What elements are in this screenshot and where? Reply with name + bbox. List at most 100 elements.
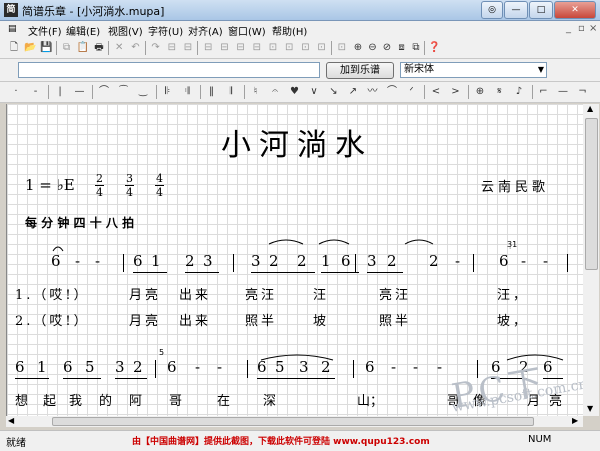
fermata (52, 246, 64, 252)
cut-icon[interactable]: ✕ (111, 40, 127, 56)
full-screen-icon[interactable]: ⧉ (408, 40, 424, 56)
font-select-value: 新宋体 (404, 64, 434, 75)
crescendo-icon[interactable]: < (428, 84, 444, 100)
menu-file[interactable]: 文件(F) (28, 23, 62, 38)
toolbar-separator (92, 85, 93, 99)
slur-icon[interactable]: ⌒ (96, 84, 112, 100)
close-button[interactable]: ✕ (554, 1, 596, 19)
align-top-icon[interactable]: ⊟ (216, 40, 232, 56)
bar-icon[interactable]: | (52, 84, 68, 100)
bracket-left-icon[interactable]: ⌐ (536, 84, 552, 100)
repeat-end-icon[interactable]: 𝄇 (179, 84, 195, 100)
decrescendo-icon[interactable]: > (448, 84, 464, 100)
menu-edit[interactable]: 编辑(E) (66, 23, 100, 38)
print-icon[interactable]: 🖶 (91, 40, 107, 56)
toolbar-separator (531, 85, 533, 99)
symbol-toolbar: · - | — ⌒ ⁀ ‿ 𝄆 𝄇 ‖ 𝄂 ♮ 𝄐 ♥ ∨ ↘ ↗ 〰 ⌒ ᐟ < > ⊕ 𝄋 ♪ ⌐ — ¬ (0, 82, 600, 103)
open-folder-icon[interactable]: 📂 (22, 40, 38, 56)
toolbar-separator (424, 85, 425, 99)
status-credit: 由【中国曲谱网】提供此截图，下载此软件可登陆 www.qupu123.com (132, 437, 430, 447)
vertical-scroll-thumb[interactable] (585, 118, 598, 270)
status-ready: 就绪 (6, 438, 26, 449)
toolbar-separator (155, 85, 157, 99)
trill-icon[interactable]: 〰 (365, 84, 381, 100)
fermata-icon[interactable]: 𝄐 (267, 84, 283, 100)
align-bottom-icon[interactable]: ⊟ (249, 40, 265, 56)
arrow-down-icon[interactable]: ↘ (326, 84, 342, 100)
chevron-down-icon: ▼ (537, 65, 544, 74)
horizontal-scroll-thumb[interactable] (52, 417, 534, 426)
menu-bar: ▤ 文件(F) 编辑(E) 视图(V) 字符(U) 对齐(A) 窗口(W) 帮助… (0, 21, 600, 38)
menu-char[interactable]: 字符(U) (148, 23, 183, 38)
undo-icon[interactable]: ↶ (127, 40, 143, 56)
slur (260, 354, 334, 361)
redo-icon[interactable]: ↷ (148, 40, 164, 56)
accent-icon[interactable]: ᐟ (404, 84, 420, 100)
natural-icon[interactable]: ♮ (248, 84, 264, 100)
toolbar-separator (55, 41, 57, 55)
slur (318, 239, 350, 245)
menu-window[interactable]: 窗口(W) (228, 23, 266, 38)
down-bow-icon[interactable]: ∨ (306, 84, 322, 100)
align-center-icon[interactable]: ⊟ (180, 40, 196, 56)
arrow-up-icon[interactable]: ↗ (345, 84, 361, 100)
standard-toolbar: 🗋 📂 💾 ⧉ 📋 🖶 ✕ ↶ ↷ ⊟ ⊟ ⊟ ⊟ ⊟ ⊟ ⊡ ⊡ ⊡ ⊡ ⊡ ⊕ ⊖ ⊘ ⧈ ⧉ ❓ (0, 38, 600, 59)
extra-icon[interactable]: ◎ (481, 1, 503, 19)
add-to-score-button[interactable]: 加到乐谱 (326, 62, 394, 79)
text-input[interactable] (18, 62, 320, 78)
menu-view[interactable]: 视图(V) (108, 23, 143, 38)
end-bar-icon[interactable]: 𝄂 (223, 84, 239, 100)
vertical-scrollbar[interactable]: ▲ ▼ (583, 104, 599, 416)
status-bar: 就绪 由【中国曲谱网】提供此截图，下载此软件可登陆 www.qupu123.co… (0, 430, 600, 451)
status-num: NUM (528, 434, 552, 445)
double-bar-icon[interactable]: ‖ (204, 84, 220, 100)
tie-icon[interactable]: ⁀ (116, 84, 132, 100)
save-icon[interactable]: 💾 (38, 40, 54, 56)
new-file-icon[interactable]: 🗋 (6, 40, 22, 56)
repeat-start-icon[interactable]: 𝄆 (160, 84, 176, 100)
dash-icon[interactable]: - (28, 84, 44, 100)
scroll-right-icon[interactable]: ▶ (572, 416, 578, 425)
same-size-icon[interactable]: ⊡ (334, 40, 350, 56)
help-icon[interactable]: ❓ (427, 40, 443, 56)
mdi-close-icon[interactable]: × (589, 23, 597, 34)
copy-icon[interactable]: ⧉ (59, 40, 75, 56)
scroll-down-icon[interactable]: ▼ (587, 404, 593, 413)
align-middle-icon[interactable]: ⊟ (233, 40, 249, 56)
maximize-button[interactable]: □ (529, 1, 553, 19)
font-select[interactable]: 新宋体 ▼ (400, 62, 547, 78)
long-dash-icon[interactable]: — (72, 84, 88, 100)
coda-icon[interactable]: ⊕ (472, 84, 488, 100)
heart-icon[interactable]: ♥ (287, 84, 303, 100)
bracket-right-icon[interactable]: ¬ (575, 84, 591, 100)
dot-icon[interactable]: · (8, 84, 24, 100)
segno-icon[interactable]: 𝄋 (492, 84, 508, 100)
same-height-icon[interactable]: ⊡ (314, 40, 330, 56)
arc-icon[interactable]: ⌒ (384, 84, 400, 100)
scroll-left-icon[interactable]: ◀ (8, 416, 14, 425)
scroll-up-icon[interactable]: ▲ (587, 104, 593, 113)
mdi-min-icon[interactable]: _ (566, 23, 571, 34)
align-left-icon[interactable]: ⊟ (164, 40, 180, 56)
distribute-h-icon[interactable]: ⊡ (265, 40, 281, 56)
score-canvas[interactable]: 小河淌水 1 = ♭E 243444 云南民歌 每 分 钟 四 十 八 拍 6-… (6, 104, 583, 416)
text-toolbar: 加到乐谱 新宋体 ▼ (0, 59, 600, 82)
title-bar: 简 简谱乐章 - [小河淌水.mupa] ◎ — □ ✕ (0, 0, 600, 21)
minimize-button[interactable]: — (504, 1, 528, 19)
toolbar-separator (199, 85, 201, 99)
under-slur-icon[interactable]: ‿ (135, 84, 151, 100)
toolbar-separator (108, 41, 110, 55)
slur (268, 239, 304, 245)
align-right-icon[interactable]: ⊟ (200, 40, 216, 56)
distribute-v-icon[interactable]: ⊡ (281, 40, 297, 56)
paste-icon[interactable]: 📋 (75, 40, 91, 56)
slur (404, 239, 434, 245)
menu-align[interactable]: 对齐(A) (188, 23, 223, 38)
same-width-icon[interactable]: ⊡ (297, 40, 313, 56)
menu-help[interactable]: 帮助(H) (272, 23, 307, 38)
note-icon[interactable]: ♪ (511, 84, 527, 100)
mdi-restore-icon[interactable]: ▫ (578, 23, 585, 34)
horizontal-scrollbar[interactable]: ◀ ▶ (6, 416, 583, 427)
line-icon[interactable]: — (555, 84, 571, 100)
toolbar-separator (243, 85, 245, 99)
